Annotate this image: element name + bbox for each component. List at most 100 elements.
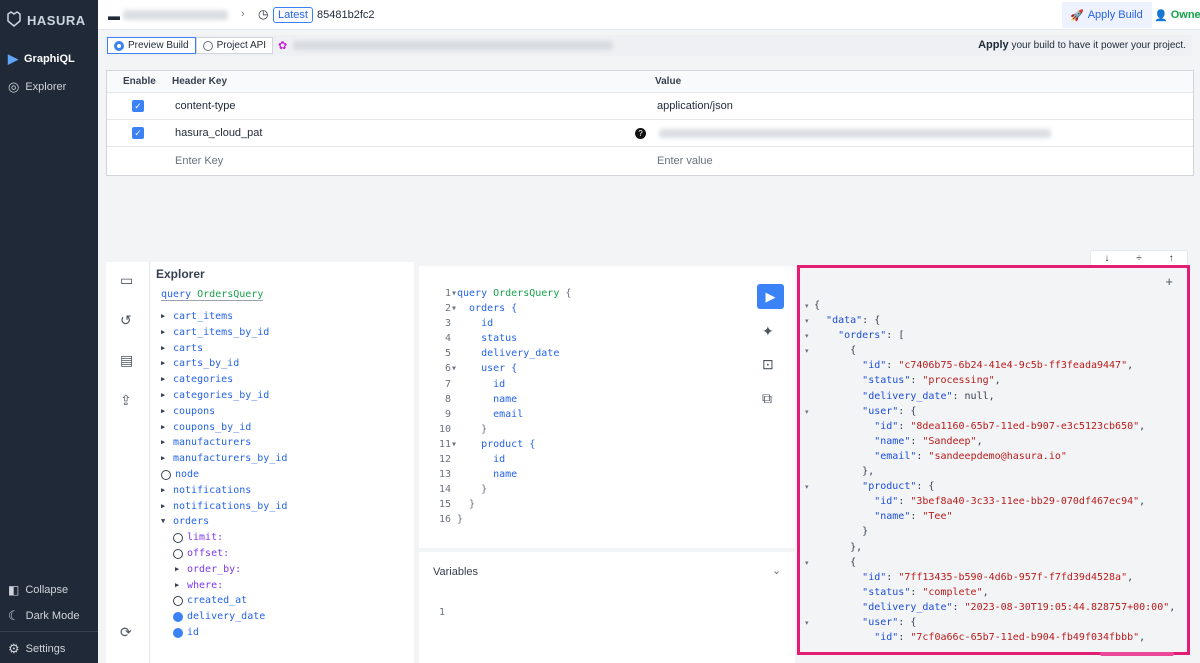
- settings-button[interactable]: ⚙ Settings: [8, 641, 65, 657]
- tree-field[interactable]: ▶ notifications_by_id: [161, 499, 287, 515]
- fold-marker: [805, 631, 809, 646]
- caret-right-icon: ▶: [161, 375, 166, 384]
- query-name[interactable]: query OrdersQuery: [161, 289, 264, 301]
- caret-right-icon: ▶: [175, 564, 180, 573]
- fold-marker: [805, 495, 809, 510]
- json-line: "name": "Tee": [874, 511, 953, 523]
- tree-arg[interactable]: ▶ where:: [161, 578, 287, 594]
- json-line: {: [814, 345, 857, 357]
- tree-field-orders[interactable]: ▼ orders: [161, 514, 287, 530]
- hasura-icon: [6, 11, 22, 30]
- query-editor[interactable]: 1▾ 2▾ 3 4 5 6▾ 7 8 9 10 11▾ 12 13 14 15 16 q…: [419, 266, 795, 548]
- json-line: {: [814, 556, 857, 568]
- json-line: "user": {: [862, 616, 917, 628]
- project-name-redacted[interactable]: [123, 10, 228, 20]
- clock-icon: ◷: [258, 7, 269, 21]
- arrow-up-icon[interactable]: ↑: [1169, 253, 1174, 264]
- tree-field[interactable]: ▶ coupons: [161, 404, 287, 420]
- code-line: id: [457, 378, 506, 390]
- tree-field[interactable]: ▶ carts: [161, 341, 287, 357]
- fold-marker: [805, 586, 809, 601]
- fold-marker: [805, 571, 809, 586]
- sidebar-item-explorer[interactable]: ◎ Explorer: [8, 79, 66, 95]
- code-line: name: [457, 393, 518, 405]
- header-value-redacted[interactable]: [659, 129, 1051, 138]
- tree-subfield[interactable]: delivery_date: [161, 609, 287, 625]
- rocket-icon: 🚀: [1070, 9, 1084, 22]
- preview-build-radio[interactable]: Preview Build: [107, 37, 196, 54]
- tree-field[interactable]: ▶ manufacturers: [161, 435, 287, 451]
- dark-mode-toggle[interactable]: ☾ Dark Mode: [8, 608, 79, 624]
- table-row: ✓ hasura_cloud_pat ?: [107, 120, 1193, 147]
- variables-tab[interactable]: Variables: [433, 566, 478, 578]
- history-icon[interactable]: ↺: [120, 312, 132, 329]
- tree-subfield[interactable]: id: [161, 625, 287, 641]
- copy-icon[interactable]: ⧉: [762, 390, 772, 407]
- project-api-radio[interactable]: Project API: [195, 37, 274, 54]
- tree-field[interactable]: ▶ categories_by_id: [161, 388, 287, 404]
- scrollbar[interactable]: [1100, 652, 1174, 656]
- fold-marker: [805, 359, 809, 374]
- fold-marker: [805, 541, 809, 556]
- apply-build-button[interactable]: 🚀 Apply Build: [1062, 2, 1152, 28]
- header-key[interactable]: hasura_cloud_pat: [175, 127, 262, 139]
- line-number: 1▾: [444, 288, 457, 299]
- enable-checkbox[interactable]: ✓: [132, 127, 144, 139]
- code-body[interactable]: query OrdersQuery { orders { id status d…: [457, 286, 571, 528]
- line-numbers: 1▾ 2▾ 3 4 5 6▾ 7 8 9 10 11▾ 12 13 14 15 16: [429, 286, 457, 528]
- json-line: "id": "8dea1160-65b7-11ed-b907-e3c5123cb…: [874, 420, 1146, 432]
- prettify-icon[interactable]: ✦: [762, 323, 774, 340]
- folder-icon[interactable]: ▤: [120, 352, 133, 369]
- line-number: 13: [438, 469, 457, 481]
- latest-badge[interactable]: Latest: [273, 7, 313, 23]
- chevron-right-icon: ›: [241, 8, 245, 20]
- tree-subfield[interactable]: created_at: [161, 593, 287, 609]
- tree-field[interactable]: ▶ categories: [161, 372, 287, 388]
- enable-checkbox[interactable]: ✓: [132, 100, 144, 112]
- play-icon: ▶: [765, 289, 776, 304]
- plus-icon[interactable]: +: [1165, 274, 1173, 289]
- header-key[interactable]: content-type: [175, 100, 236, 112]
- line-number: 7: [444, 378, 457, 390]
- merge-fragments-icon[interactable]: ⊡: [762, 356, 774, 373]
- arrow-down-icon[interactable]: ↓: [1104, 253, 1109, 264]
- tree-arg[interactable]: ▶ order_by:: [161, 562, 287, 578]
- document-icon[interactable]: ▭: [120, 272, 133, 289]
- hasura-logo[interactable]: HASURA: [6, 11, 86, 30]
- caret-right-icon: ▶: [175, 580, 180, 589]
- code-line: query OrdersQuery {: [457, 288, 572, 299]
- header-value[interactable]: application/json: [657, 100, 733, 112]
- tree-field[interactable]: ▶ carts_by_id: [161, 356, 287, 372]
- line-number: 9: [444, 408, 457, 420]
- run-query-button[interactable]: ▶: [757, 284, 784, 309]
- value-input[interactable]: Enter value: [657, 155, 713, 167]
- key-input[interactable]: Enter Key: [175, 155, 223, 167]
- tree-arg[interactable]: limit:: [161, 530, 287, 546]
- chevron-down-icon[interactable]: ⌄: [772, 564, 781, 577]
- folder-icon: ▬: [108, 9, 120, 23]
- unchecked-circle-icon: [161, 469, 171, 480]
- code-line: id: [457, 454, 506, 466]
- json-line: "id": "7ff13435-b590-4d6b-957f-f7fd39d45…: [862, 571, 1134, 583]
- variables-panel: Variables ⌄ 1: [419, 552, 795, 663]
- tree-field[interactable]: ▶ cart_items_by_id: [161, 325, 287, 341]
- share-icon[interactable]: ⇪: [120, 392, 132, 409]
- sidebar-item-graphiql[interactable]: ▶ GraphiQL: [8, 51, 75, 67]
- refresh-icon[interactable]: ⟳: [120, 624, 132, 641]
- tree-field[interactable]: ▶ coupons_by_id: [161, 420, 287, 436]
- fold-marker: [805, 510, 809, 525]
- collapse-button[interactable]: ◧ Collapse: [8, 583, 68, 597]
- json-line: "id": "c7406b75-6b24-41e4-9c5b-ff3feada9…: [862, 360, 1134, 372]
- help-icon[interactable]: ?: [635, 127, 646, 139]
- tree-field[interactable]: ▶ manufacturers_by_id: [161, 451, 287, 467]
- tree-field[interactable]: node: [161, 467, 287, 483]
- tree-arg[interactable]: offset:: [161, 546, 287, 562]
- fold-markers: ▾ ▾ ▾ ▾ ▾ ▾ ▾ ▾: [805, 299, 809, 646]
- unchecked-circle-icon: [173, 596, 183, 607]
- result-viewer[interactable]: + ▾ ▾ ▾ ▾ ▾ ▾ ▾ ▾ { "data": { "orders": [ {…: [797, 265, 1190, 655]
- tree-field[interactable]: ▶ cart_items: [161, 309, 287, 325]
- line-number: 5: [444, 348, 457, 360]
- split-icon[interactable]: ÷: [1136, 253, 1142, 264]
- json-line: "id": "7cf0a66c-65b7-11ed-b904-fb49f034f…: [874, 632, 1146, 644]
- tree-field[interactable]: ▶ notifications: [161, 483, 287, 499]
